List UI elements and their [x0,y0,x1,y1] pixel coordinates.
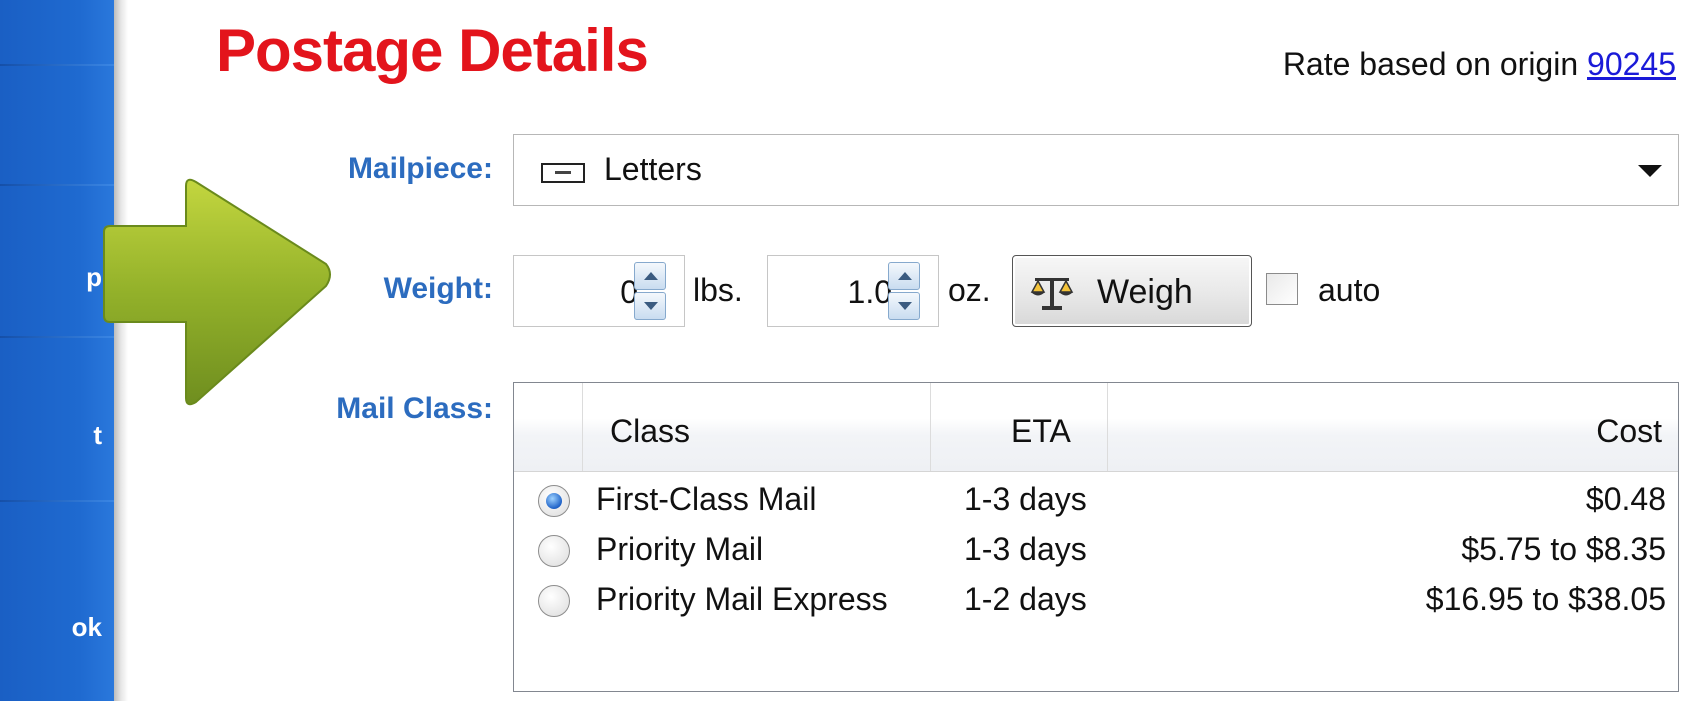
mailpiece-dropdown[interactable]: Letters [513,134,1679,206]
column-header-eta[interactable]: ETA [1011,413,1071,450]
arrow-down-icon [644,302,658,310]
lbs-unit-label: lbs. [693,272,743,308]
eta-cell: 1-2 days [964,581,1087,617]
column-header-cost[interactable]: Cost [1596,413,1662,450]
table-row[interactable]: Priority Mail 1-3 days $5.75 to $8.35 [514,529,1678,579]
scale-icon [1030,278,1074,310]
chevron-down-icon[interactable] [1638,165,1662,177]
lbs-stepper[interactable]: 0 [513,255,685,327]
table-row[interactable]: First-Class Mail 1-3 days $0.48 [514,479,1678,529]
mail-class-list[interactable]: Class ETA Cost First-Class Mail 1-3 days… [513,382,1679,692]
sidebar-separator [0,184,114,186]
sidebar-item-label[interactable]: t [93,420,102,451]
auto-checkbox[interactable] [1266,273,1298,305]
green-arrow-icon [103,178,331,406]
eta-cell: 1-3 days [964,531,1087,567]
lbs-decrement-button[interactable] [634,292,666,320]
column-divider[interactable] [930,383,931,471]
sidebar-separator [0,64,114,66]
oz-value[interactable]: 1.0 [848,274,892,311]
arrow-up-icon [898,272,912,280]
lbs-spin-buttons [634,262,666,320]
column-divider[interactable] [1107,383,1108,471]
envelope-icon [541,163,585,183]
rate-origin-text: Rate based on origin 90245 [1283,46,1676,83]
class-cell: Priority Mail Express [596,581,888,617]
list-header: Class ETA Cost [514,383,1678,472]
radio-priority-mail-express[interactable] [538,585,570,617]
cost-cell: $0.48 [1585,481,1666,517]
oz-increment-button[interactable] [888,262,920,290]
mailpiece-value: Letters [604,151,702,187]
auto-label: auto [1318,272,1381,308]
sidebar-separator [0,500,114,502]
class-cell: First-Class Mail [596,481,817,517]
weigh-button-label: Weigh [1097,273,1193,311]
column-header-class[interactable]: Class [610,413,690,450]
oz-decrement-button[interactable] [888,292,920,320]
column-divider[interactable] [582,383,583,471]
radio-priority-mail[interactable] [538,535,570,567]
radio-first-class[interactable] [538,485,570,517]
oz-unit-label: oz. [948,272,991,308]
eta-cell: 1-3 days [964,481,1087,517]
rate-origin-label: Rate based on origin [1282,46,1579,82]
lbs-increment-button[interactable] [634,262,666,290]
class-cell: Priority Mail [596,531,764,567]
sidebar-separator [0,336,114,338]
table-row[interactable]: Priority Mail Express 1-2 days $16.95 to… [514,579,1678,629]
sidebar-item-label[interactable]: ok [72,612,102,643]
cost-cell: $5.75 to $8.35 [1461,531,1666,567]
oz-stepper[interactable]: 1.0 [767,255,939,327]
arrow-down-icon [898,302,912,310]
cost-cell: $16.95 to $38.05 [1425,581,1666,617]
oz-spin-buttons [888,262,920,320]
origin-zip-link[interactable]: 90245 [1587,46,1676,82]
page-title: Postage Details [216,17,649,84]
sidebar: p t ok [0,0,114,701]
weigh-button[interactable]: Weigh [1012,255,1252,327]
arrow-up-icon [644,272,658,280]
